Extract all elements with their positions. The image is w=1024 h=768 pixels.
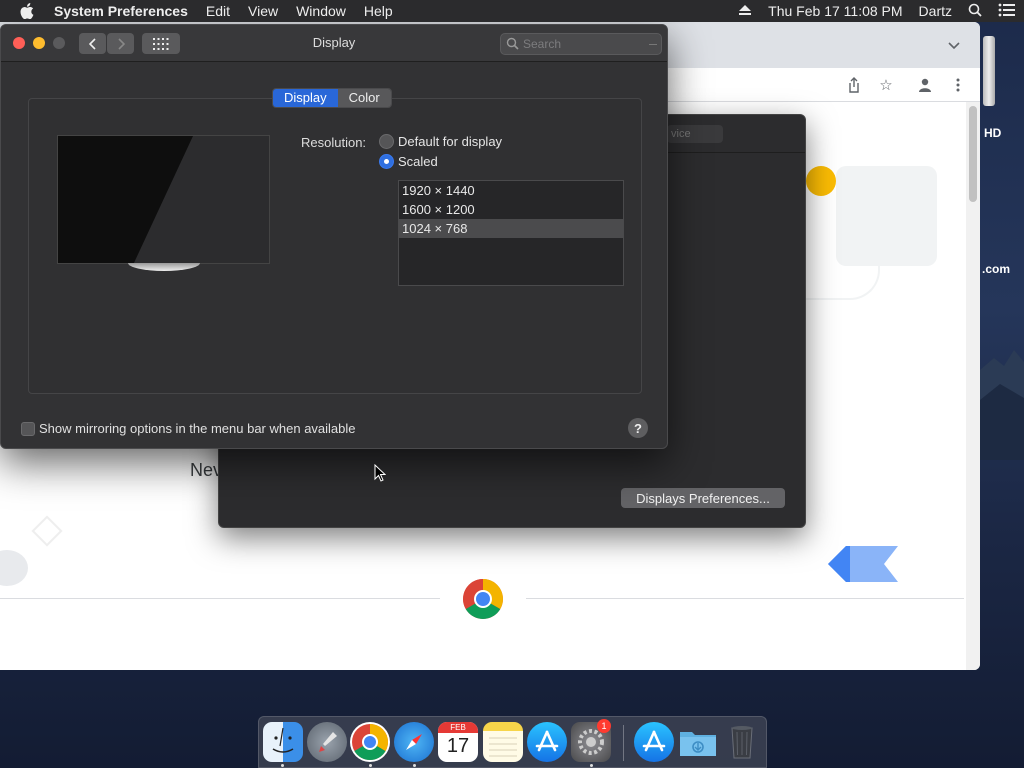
divider-line-left — [0, 598, 440, 599]
mirroring-option[interactable]: Show mirroring options in the menu bar w… — [21, 421, 356, 436]
hard-drive-icon[interactable] — [983, 36, 995, 106]
menu-edit[interactable]: Edit — [197, 3, 239, 19]
search-clear-icon[interactable] — [649, 44, 657, 45]
bookmark-star-icon[interactable]: ☆ — [875, 74, 897, 96]
resolution-list[interactable]: 1920 × 1440 1600 × 1200 1024 × 768 — [398, 180, 624, 286]
decor-flag — [828, 546, 898, 582]
calendar-icon[interactable]: FEB 17 — [438, 722, 478, 762]
radio-label: Scaled — [398, 154, 438, 169]
chevron-down-icon[interactable] — [948, 38, 960, 53]
share-icon[interactable] — [843, 74, 865, 96]
display-preferences-window: Display Display Color Resolution: Defaul… — [0, 24, 668, 449]
spotlight-search-icon[interactable] — [968, 3, 982, 20]
chrome-scrollbar[interactable] — [966, 102, 980, 670]
app-store-stack-icon[interactable] — [634, 722, 674, 762]
running-indicator — [369, 764, 372, 767]
decor-circle — [0, 550, 28, 586]
running-indicator — [590, 764, 593, 767]
radio-default-for-display[interactable]: Default for display — [379, 134, 502, 149]
scroll-thumb[interactable] — [969, 106, 977, 202]
menu-clock[interactable]: Thu Feb 17 11:08 PM — [768, 3, 902, 19]
menu-view[interactable]: View — [239, 3, 287, 19]
mirroring-checkbox[interactable] — [21, 421, 35, 436]
eject-icon[interactable] — [738, 3, 752, 19]
decor-curve — [806, 232, 880, 300]
notification-center-icon[interactable] — [998, 3, 1016, 20]
running-indicator — [281, 764, 284, 767]
wallpaper-mountains — [980, 350, 1024, 460]
sheet-ghost-button[interactable]: vice — [667, 125, 723, 143]
radio-button[interactable] — [379, 134, 394, 149]
decor-diamond — [31, 515, 63, 547]
calendar-day: 17 — [446, 735, 470, 757]
radio-label: Default for display — [398, 134, 503, 149]
trash-icon[interactable] — [722, 722, 762, 762]
radio-button-selected[interactable] — [379, 154, 394, 169]
window-titlebar: Display — [1, 25, 667, 62]
search-icon — [506, 37, 519, 53]
resolution-item[interactable]: 1920 × 1440 — [399, 181, 623, 200]
mirroring-label: Show mirroring options in the menu bar w… — [39, 421, 356, 436]
notes-icon[interactable] — [483, 722, 523, 762]
mouse-cursor-icon — [374, 464, 386, 482]
dock-separator — [623, 725, 624, 761]
radio-scaled[interactable]: Scaled — [379, 154, 438, 169]
menu-help[interactable]: Help — [355, 3, 402, 19]
google-chrome-icon[interactable] — [350, 722, 390, 762]
search-input[interactable] — [523, 36, 655, 52]
profile-icon[interactable] — [914, 74, 936, 96]
app-store-icon[interactable] — [527, 722, 567, 762]
menu-bar: System Preferences Edit View Window Help… — [0, 0, 1024, 22]
help-button[interactable]: ? — [628, 418, 648, 438]
menu-window[interactable]: Window — [287, 3, 355, 19]
tab-segmented-control: Display Color — [272, 88, 392, 108]
calendar-month: FEB — [438, 722, 478, 733]
monitor-preview-image — [57, 135, 270, 264]
menu-user[interactable]: Dartz — [919, 3, 952, 19]
notification-badge: 1 — [597, 719, 611, 733]
desktop-hd-label[interactable]: HD — [984, 126, 1001, 140]
tab-color[interactable]: Color — [337, 89, 391, 107]
running-indicator — [413, 764, 416, 767]
dock: FEB 17 1 — [258, 716, 767, 768]
more-menu-icon[interactable] — [947, 74, 969, 96]
desktop-file-label[interactable]: .com — [982, 262, 1010, 276]
safari-icon[interactable] — [394, 722, 434, 762]
tab-display[interactable]: Display — [273, 89, 338, 107]
search-field[interactable] — [500, 33, 662, 55]
resolution-label: Resolution: — [301, 135, 367, 150]
resolution-item[interactable]: 1600 × 1200 — [399, 200, 623, 219]
divider-line-right — [526, 598, 964, 599]
resolution-item-selected[interactable]: 1024 × 768 — [399, 219, 623, 238]
apple-menu-icon[interactable] — [10, 3, 44, 19]
menu-app-name[interactable]: System Preferences — [44, 3, 197, 19]
finder-icon[interactable] — [263, 722, 303, 762]
launchpad-icon[interactable] — [307, 722, 347, 762]
downloads-folder-icon[interactable] — [678, 722, 718, 762]
chrome-logo-icon — [463, 579, 503, 619]
decor-yellow-dot — [806, 166, 836, 196]
displays-preferences-button[interactable]: Displays Preferences... — [621, 488, 785, 508]
